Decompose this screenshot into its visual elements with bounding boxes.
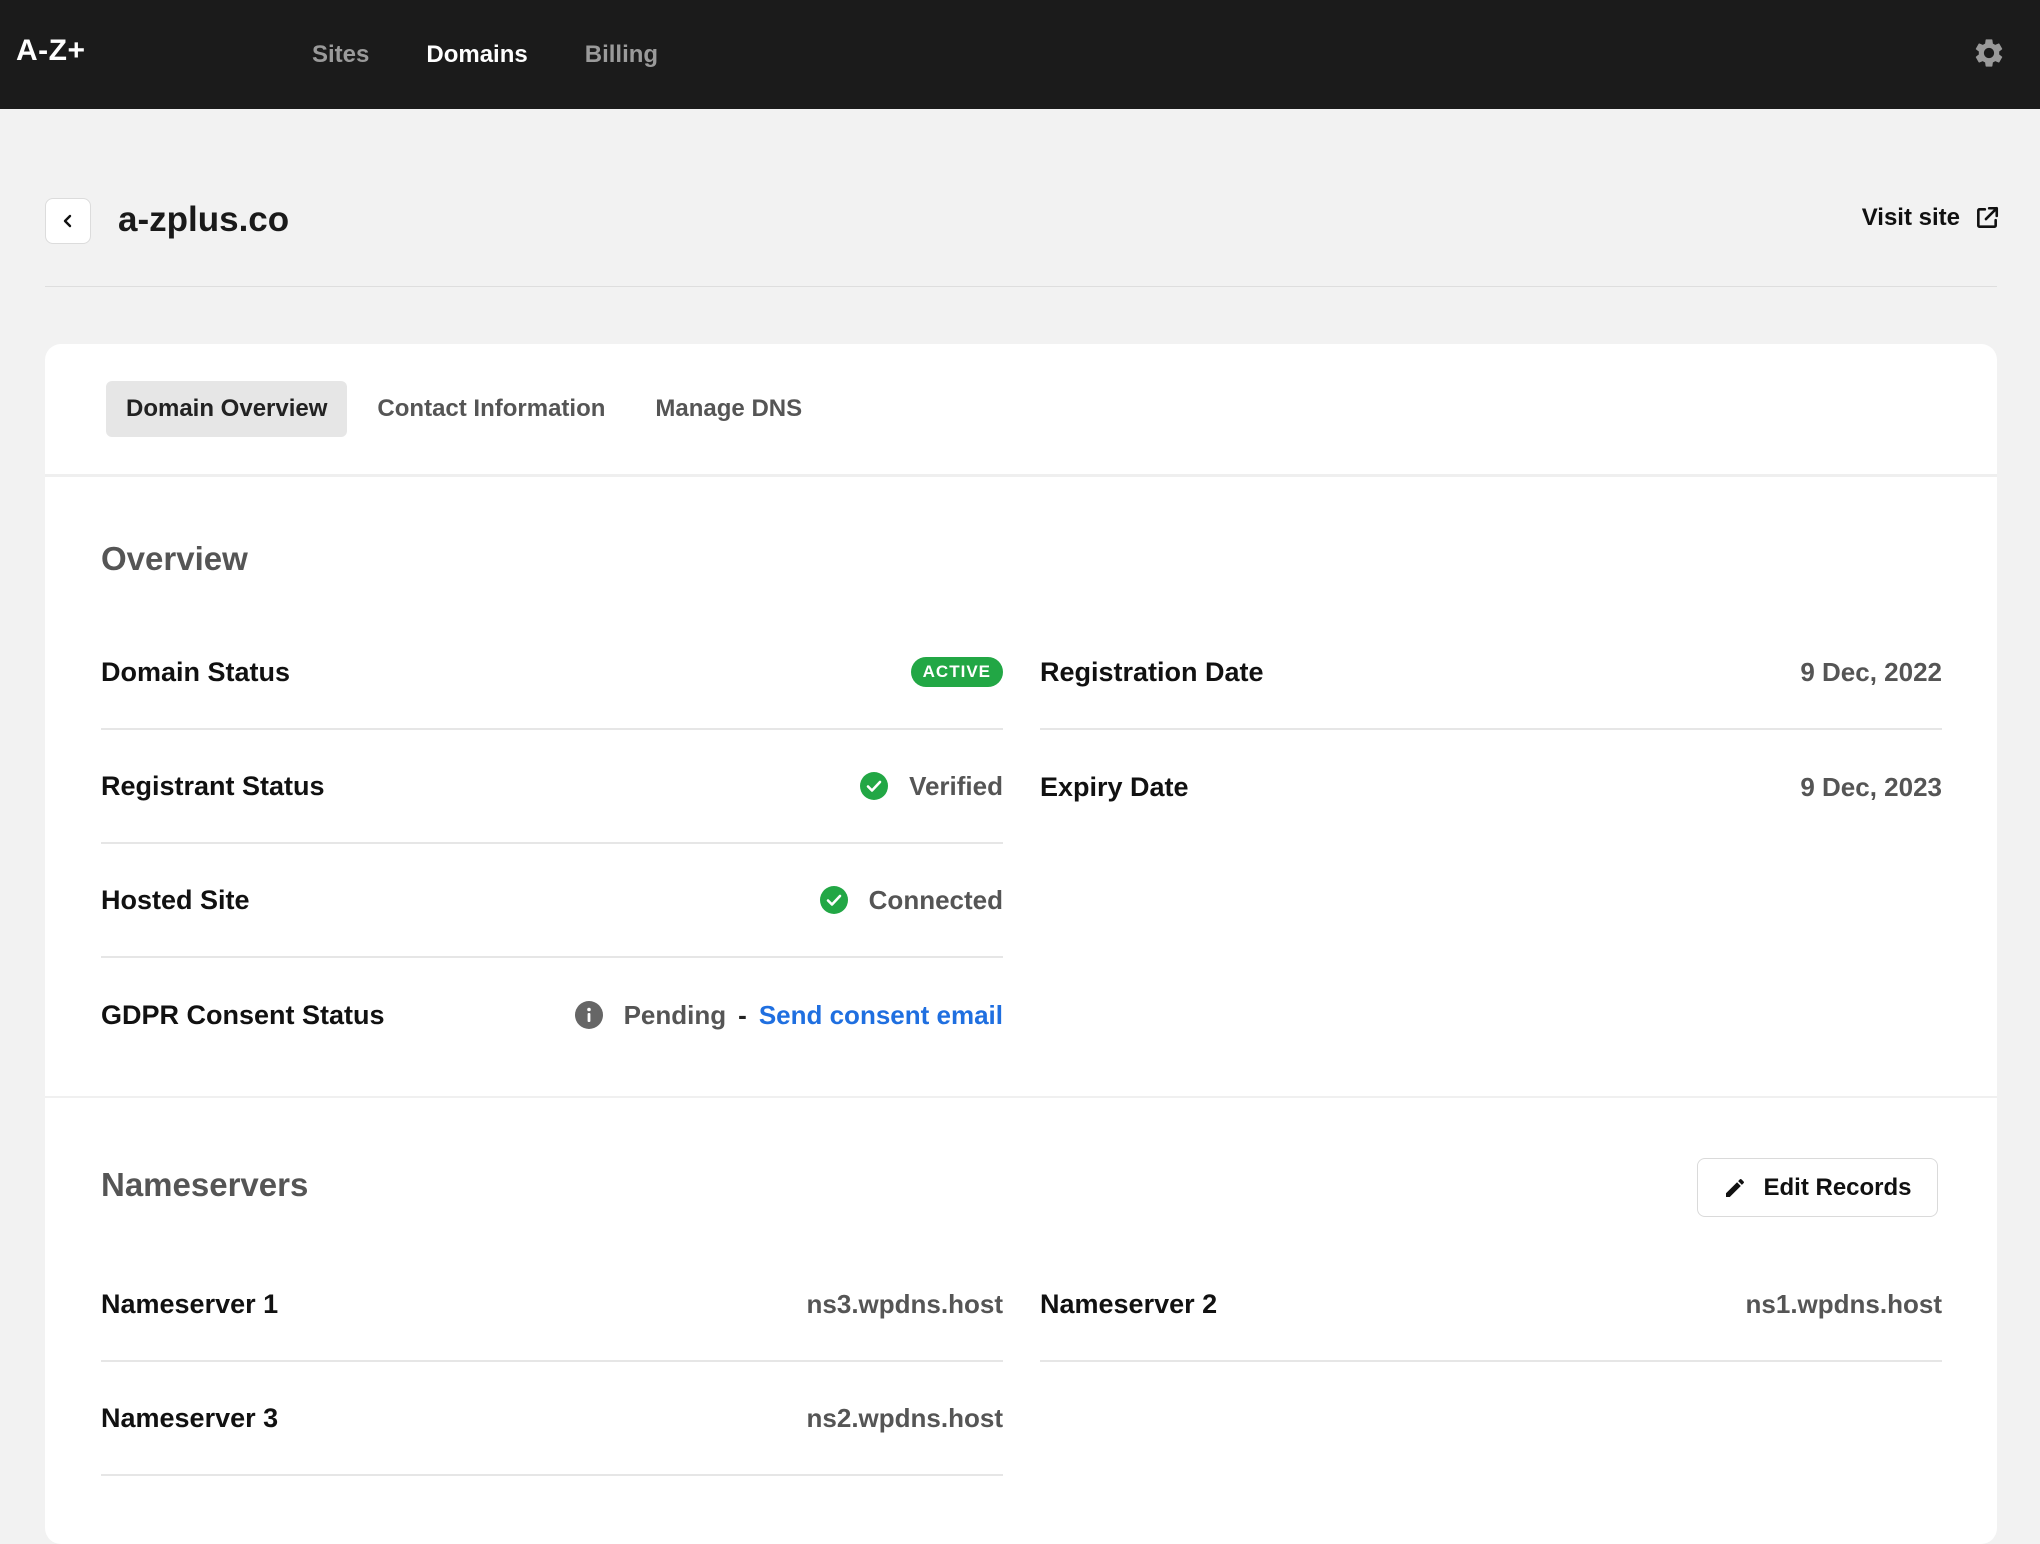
- gdpr-label: GDPR Consent Status: [101, 999, 385, 1030]
- hosted-site-text: Connected: [868, 884, 1003, 915]
- nameserver-2-row: Nameserver 2 ns1.wpdns.host: [1040, 1248, 1942, 1362]
- section-divider: [45, 1096, 1997, 1098]
- gdpr-row: GDPR Consent Status Pending - Send conse…: [101, 958, 1003, 1072]
- tab-manage-dns[interactable]: Manage DNS: [635, 381, 822, 437]
- back-button[interactable]: [45, 198, 91, 244]
- nav-item-domains[interactable]: Domains: [426, 41, 527, 69]
- expiry-date-label: Expiry Date: [1040, 771, 1189, 802]
- tab-contact-information[interactable]: Contact Information: [357, 381, 625, 437]
- external-link-icon: [1977, 206, 1999, 228]
- overview-title: Overview: [101, 540, 248, 577]
- check-circle-icon: [860, 772, 889, 800]
- nav-item-sites[interactable]: Sites: [312, 41, 369, 69]
- registrant-status-row: Registrant Status Verified: [101, 730, 1003, 844]
- gdpr-status-text: Pending: [623, 999, 727, 1030]
- info-icon: [574, 1001, 603, 1029]
- visit-site-link[interactable]: Visit site: [1862, 204, 2000, 232]
- expiry-date-row: Expiry Date 9 Dec, 2023: [1040, 730, 1942, 844]
- edit-records-label: Edit Records: [1763, 1173, 1912, 1201]
- check-circle-icon: [819, 886, 848, 914]
- main-nav: Sites Domains Billing: [312, 0, 715, 109]
- domain-status-value: ACTIVE: [910, 657, 1003, 687]
- nameserver-1-row: Nameserver 1 ns3.wpdns.host: [101, 1248, 1003, 1362]
- nameservers-title: Nameservers: [101, 1166, 309, 1203]
- expiry-date-value: 9 Dec, 2023: [1800, 771, 1942, 802]
- hosted-site-label: Hosted Site: [101, 884, 250, 915]
- nameserver-2-value: ns1.wpdns.host: [1745, 1288, 1942, 1319]
- hosted-site-value: Connected: [819, 885, 1003, 916]
- page-title: a-zplus.co: [118, 200, 290, 239]
- registration-date-label: Registration Date: [1040, 656, 1264, 687]
- top-navigation-bar: A-Z+ Sites Domains Billing: [0, 0, 2040, 109]
- nameserver-3-value: ns2.wpdns.host: [806, 1402, 1003, 1433]
- app-logo[interactable]: A-Z+: [16, 34, 86, 68]
- gear-icon[interactable]: [1972, 36, 2006, 70]
- nav-item-billing[interactable]: Billing: [585, 41, 658, 69]
- gdpr-value: Pending - Send consent email: [574, 1000, 1003, 1031]
- registrant-status-value: Verified: [859, 771, 1003, 802]
- registration-date-row: Registration Date 9 Dec, 2022: [1040, 616, 1942, 730]
- pencil-icon: [1726, 1178, 1745, 1197]
- status-badge: ACTIVE: [910, 657, 1003, 687]
- edit-records-button[interactable]: Edit Records: [1697, 1158, 1938, 1217]
- header-divider: [45, 286, 1997, 287]
- nameserver-3-label: Nameserver 3: [101, 1402, 279, 1433]
- registration-date-value: 9 Dec, 2022: [1800, 656, 1942, 687]
- tabs-divider: [45, 474, 1997, 477]
- domain-status-label: Domain Status: [101, 656, 291, 687]
- tab-bar: Domain Overview Contact Information Mana…: [106, 381, 832, 437]
- gdpr-separator: -: [738, 999, 747, 1030]
- tab-domain-overview[interactable]: Domain Overview: [106, 381, 348, 437]
- nameserver-1-label: Nameserver 1: [101, 1288, 279, 1319]
- chevron-left-icon: [63, 214, 72, 228]
- domain-card: Domain Overview Contact Information Mana…: [45, 344, 1997, 1544]
- registrant-status-label: Registrant Status: [101, 770, 325, 801]
- domain-status-row: Domain Status ACTIVE: [101, 616, 1003, 730]
- visit-site-label: Visit site: [1861, 204, 1960, 231]
- nameserver-1-value: ns3.wpdns.host: [806, 1288, 1003, 1319]
- hosted-site-row: Hosted Site Connected: [101, 844, 1003, 958]
- send-consent-email-link[interactable]: Send consent email: [759, 1000, 1003, 1031]
- nameserver-3-row: Nameserver 3 ns2.wpdns.host: [101, 1362, 1003, 1476]
- nameserver-2-label: Nameserver 2: [1040, 1288, 1218, 1319]
- registrant-status-text: Verified: [909, 770, 1003, 801]
